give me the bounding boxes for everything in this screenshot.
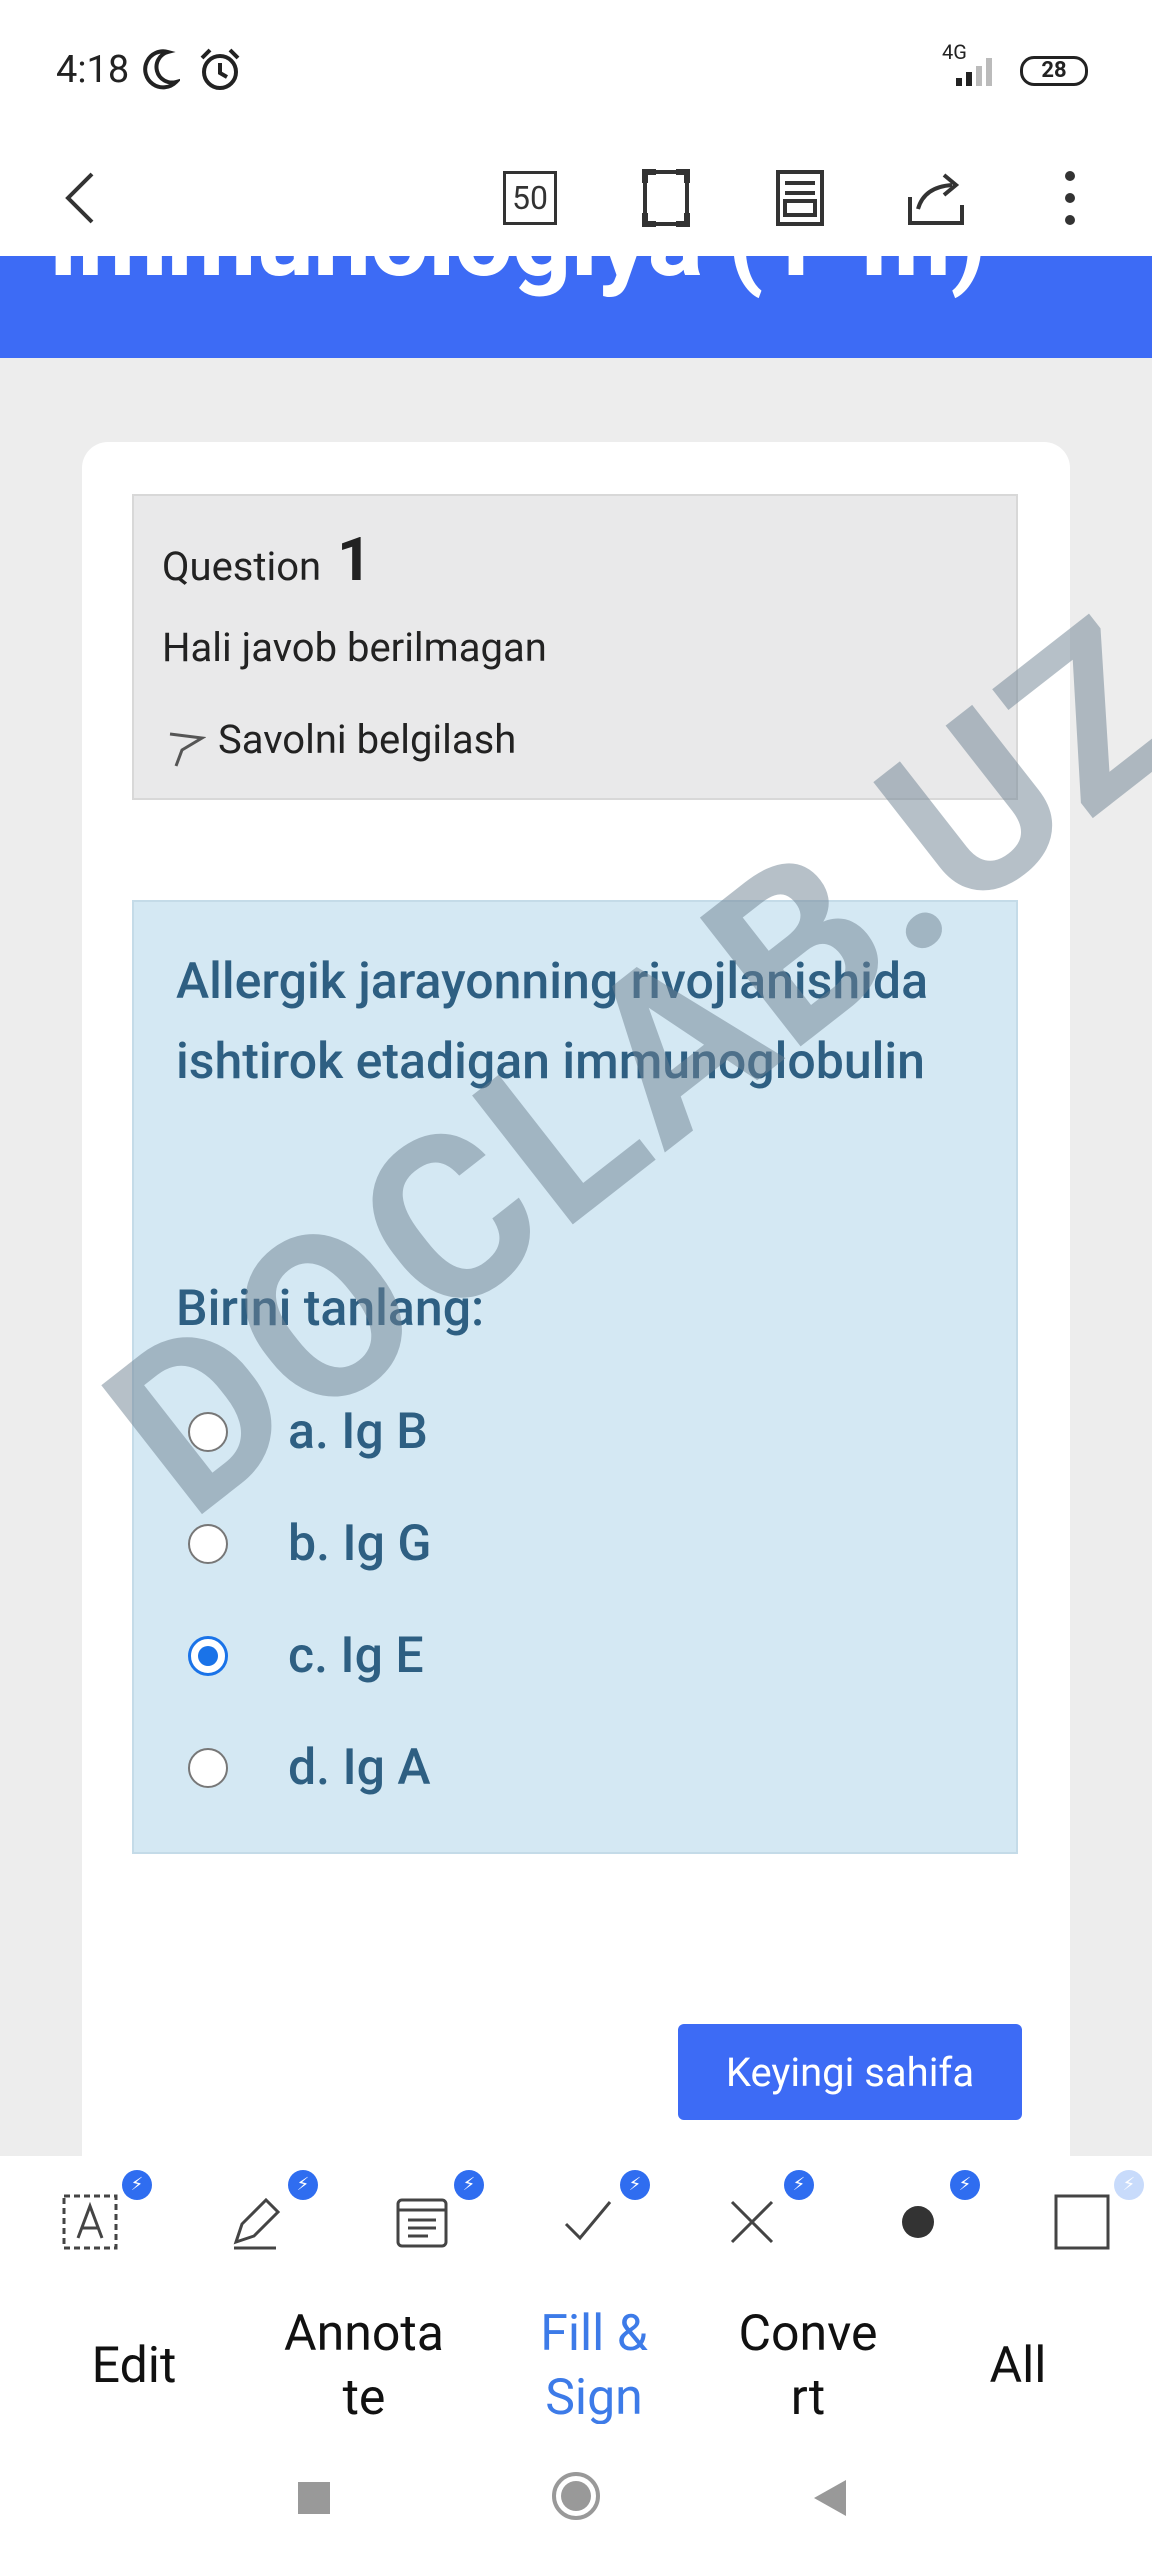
back-arrow-icon[interactable] — [50, 140, 110, 256]
page-count-label: 50 — [503, 171, 557, 225]
back-nav-icon[interactable] — [812, 2478, 848, 2518]
radio-button-selected[interactable] — [188, 1636, 228, 1676]
question-label-text: Question — [162, 543, 322, 590]
answer-instruction: Birini tanlang: — [176, 1280, 485, 1338]
premium-badge-icon: ⚡ — [1114, 2170, 1144, 2200]
radio-button[interactable] — [188, 1748, 228, 1788]
answer-option[interactable]: a. Ig B — [188, 1402, 428, 1462]
option-label: a. Ig B — [288, 1403, 428, 1461]
premium-badge-icon: ⚡ — [454, 2170, 484, 2200]
fullscreen-icon[interactable] — [636, 140, 696, 256]
radio-button[interactable] — [188, 1524, 228, 1564]
flag-question-link[interactable]: Savolni belgilash — [218, 716, 516, 763]
question-content: Allergik jarayonning rivojlanishida isht… — [132, 900, 1018, 1854]
question-status: Hali javob berilmagan — [162, 624, 547, 671]
dot-icon[interactable]: ⚡ — [868, 2156, 980, 2288]
page-layout-icon[interactable] — [770, 140, 830, 256]
question-card: Question 1 Hali javob berilmagan Savolni… — [82, 442, 1070, 2156]
question-number: 1 — [337, 524, 372, 595]
premium-badge-icon: ⚡ — [122, 2170, 152, 2200]
premium-badge-icon: ⚡ — [784, 2170, 814, 2200]
tool-icon-row: ⚡ ⚡ ⚡ ⚡ ⚡ ⚡ ⚡ — [0, 2156, 1152, 2288]
annotate-pen-icon[interactable]: ⚡ — [206, 2156, 318, 2288]
check-icon[interactable]: ⚡ — [538, 2156, 650, 2288]
document-page: Immunologiya (1-m) Question 1 Hali javob… — [0, 256, 1152, 2156]
premium-badge-icon: ⚡ — [950, 2170, 980, 2200]
premium-badge-icon: ⚡ — [620, 2170, 650, 2200]
option-label: d. Ig A — [288, 1739, 431, 1797]
page-count-button[interactable]: 50 — [500, 140, 560, 256]
tab-annotate[interactable]: Annota te — [274, 2302, 454, 2430]
option-label: b. Ig G — [288, 1515, 432, 1573]
share-icon[interactable] — [904, 140, 968, 256]
recent-apps-icon[interactable] — [296, 2480, 332, 2516]
form-icon[interactable]: ⚡ — [372, 2156, 484, 2288]
system-nav-bar — [0, 2424, 1152, 2560]
alarm-icon — [200, 48, 240, 90]
page-header: Immunologiya (1-m) — [0, 256, 1152, 358]
tab-convert[interactable]: Conve rt — [718, 2302, 898, 2430]
home-icon[interactable] — [550, 2470, 602, 2522]
premium-badge-icon: ⚡ — [288, 2170, 318, 2200]
moon-icon — [143, 49, 180, 90]
option-label: c. Ig E — [288, 1627, 424, 1685]
battery-indicator: 28 — [1020, 56, 1088, 86]
more-options-icon[interactable] — [1050, 140, 1090, 256]
signal-icon: 4G — [936, 40, 1006, 90]
rectangle-icon[interactable]: ⚡ — [1032, 2156, 1144, 2288]
question-label: Question 1 — [162, 524, 372, 595]
tab-bar: Edit Annota te Fill & Sign Conve rt All — [0, 2288, 1152, 2427]
answer-option-selected[interactable]: c. Ig E — [188, 1626, 424, 1686]
tab-fill-and-sign[interactable]: Fill & Sign — [504, 2302, 684, 2430]
next-page-button[interactable]: Keyingi sahifa — [678, 2024, 1022, 2120]
status-bar: 4:18 4G 28 — [0, 0, 1152, 140]
tab-all[interactable]: All — [928, 2334, 1108, 2398]
answer-option[interactable]: d. Ig A — [188, 1738, 431, 1798]
cross-icon[interactable]: ⚡ — [702, 2156, 814, 2288]
radio-button[interactable] — [188, 1412, 228, 1452]
status-time: 4:18 — [56, 48, 130, 92]
viewer-toolbar: 50 — [0, 140, 1152, 256]
flag-icon[interactable] — [166, 728, 206, 768]
question-text: Allergik jarayonning rivojlanishida isht… — [176, 953, 929, 1091]
answer-option[interactable]: b. Ig G — [188, 1514, 431, 1574]
tab-edit[interactable]: Edit — [44, 2334, 224, 2398]
question-info: Question 1 Hali javob berilmagan Savolni… — [132, 494, 1018, 800]
page-header-title: Immunologiya (1-m) — [48, 256, 987, 301]
text-edit-icon[interactable]: ⚡ — [40, 2156, 152, 2288]
